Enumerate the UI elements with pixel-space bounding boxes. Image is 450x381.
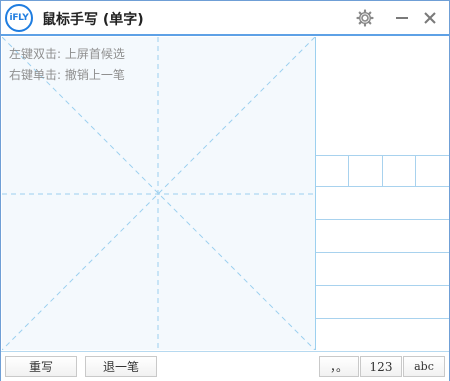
close-icon[interactable] <box>419 7 441 29</box>
ifly-logo: iFLY <box>5 4 33 32</box>
settings-icon[interactable] <box>354 7 376 29</box>
handwriting-window: iFLY 鼠标手写 (单字) 左键双击: 上屏首候选 右键单击: 撤销上一笔 重… <box>0 0 450 381</box>
letters-button[interactable]: abc <box>403 356 445 377</box>
minimize-icon[interactable] <box>391 7 413 29</box>
candidate-row[interactable] <box>316 187 449 220</box>
pad-guide-lines <box>2 37 315 350</box>
hint-double-click: 左键双击: 上屏首候选 <box>9 47 125 61</box>
candidate-panel <box>316 37 449 350</box>
hint-right-click: 右键单击: 撤销上一笔 <box>9 68 125 82</box>
numbers-button[interactable]: 123 <box>360 356 402 377</box>
candidate-divider <box>415 156 416 187</box>
candidate-row[interactable] <box>316 286 449 319</box>
rewrite-button[interactable]: 重写 <box>5 356 77 377</box>
candidate-row[interactable] <box>316 220 449 253</box>
window-title: 鼠标手写 (单字) <box>42 12 144 28</box>
candidate-row[interactable] <box>316 253 449 286</box>
undo-stroke-button[interactable]: 退一笔 <box>85 356 157 377</box>
candidate-divider <box>382 156 383 187</box>
candidate-area-top <box>316 37 449 156</box>
candidate-divider <box>348 156 349 187</box>
writing-pad[interactable]: 左键双击: 上屏首候选 右键单击: 撤销上一笔 <box>2 37 316 350</box>
title-bar[interactable]: iFLY 鼠标手写 (单字) <box>1 1 449 36</box>
bottom-toolbar: 重写 退一笔 ，。 123 abc <box>1 351 449 381</box>
punctuation-button[interactable]: ，。 <box>319 356 359 377</box>
